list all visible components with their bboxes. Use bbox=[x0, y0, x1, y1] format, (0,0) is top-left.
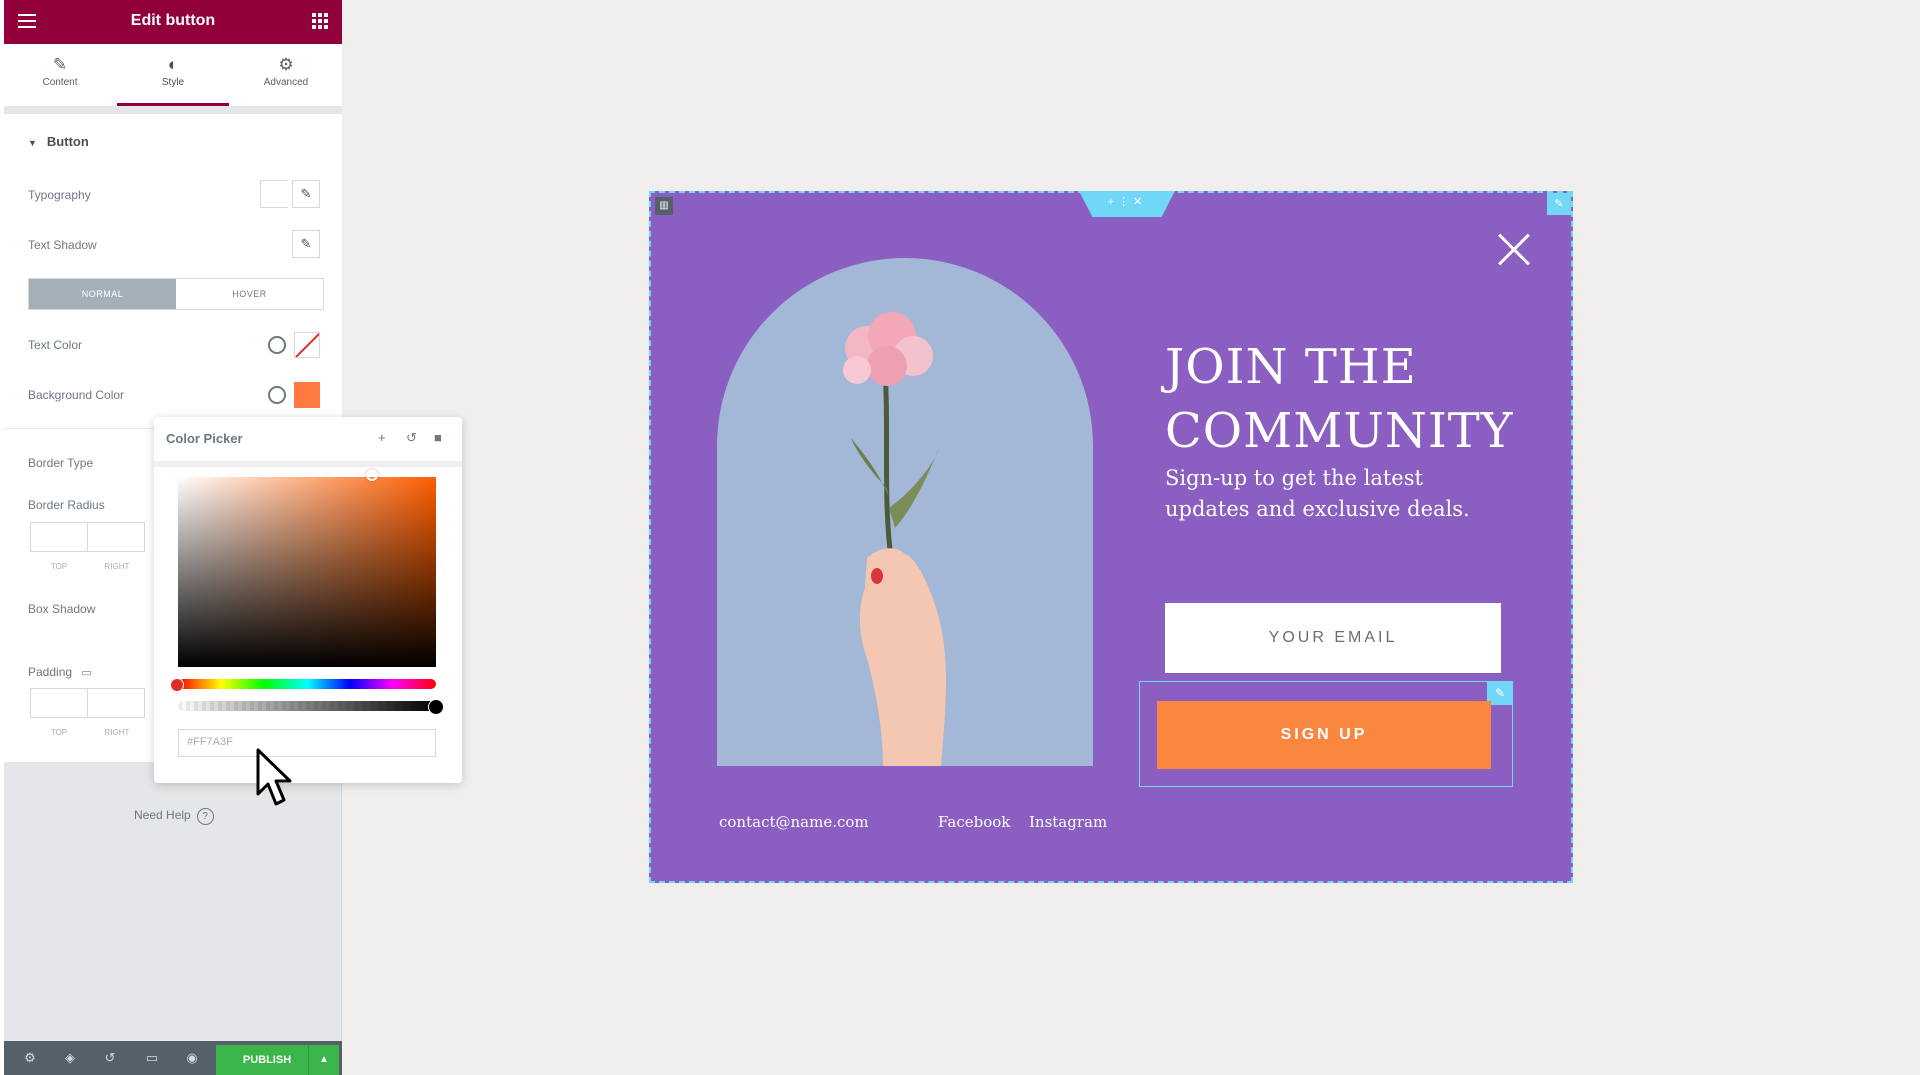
pencil-icon: ✎ bbox=[300, 186, 312, 201]
typography-label: Typography bbox=[28, 188, 91, 202]
dim-label-top: TOP bbox=[50, 728, 68, 737]
padding-dim-labels: TOP RIGHT bbox=[30, 728, 146, 737]
opacity-slider[interactable] bbox=[178, 701, 436, 711]
publish-options-caret-icon[interactable]: ▲ bbox=[308, 1045, 339, 1075]
state-normal-tab[interactable]: NORMAL bbox=[29, 279, 176, 309]
text-shadow-edit-button[interactable]: ✎ bbox=[292, 230, 320, 258]
history-icon[interactable]: ↺ bbox=[102, 1050, 118, 1066]
padding-label: Padding ▭ bbox=[28, 665, 92, 679]
saturation-area[interactable] bbox=[178, 477, 436, 667]
border-radius-top-input[interactable] bbox=[30, 522, 88, 552]
caret-down-icon: ▼ bbox=[28, 138, 37, 148]
tab-advanced-label: Advanced bbox=[263, 77, 309, 88]
state-toggle: NORMAL HOVER bbox=[28, 278, 324, 310]
section-handle-toolbar[interactable]: +⋮✕ bbox=[1079, 191, 1175, 217]
help-circle-icon: ? bbox=[196, 808, 214, 825]
instagram-link[interactable]: Instagram bbox=[1029, 813, 1107, 831]
headline-line-2: COMMUNITY bbox=[1165, 403, 1514, 459]
picker-divider bbox=[154, 461, 462, 467]
dim-label-right: RIGHT bbox=[104, 562, 130, 571]
publish-button[interactable]: PUBLISH bbox=[216, 1045, 318, 1075]
headline-line-1: JOIN THE bbox=[1165, 339, 1417, 395]
hex-color-input[interactable]: #FF7A3F bbox=[178, 729, 436, 757]
add-color-plus-icon[interactable]: + bbox=[378, 430, 386, 445]
facebook-link[interactable]: Facebook bbox=[938, 813, 1010, 831]
close-icon[interactable] bbox=[1493, 229, 1533, 269]
dim-label-right: RIGHT bbox=[104, 728, 130, 737]
padding-top-input[interactable] bbox=[30, 688, 88, 718]
responsive-mode-icon[interactable]: ▭ bbox=[144, 1050, 160, 1066]
widgets-grid-icon[interactable] bbox=[312, 13, 328, 29]
popup-section[interactable]: +⋮✕ ▥ ✎ JOIN THE COMMUNITY Sign-up to ge… bbox=[649, 191, 1573, 883]
email-input[interactable]: YOUR EMAIL bbox=[1165, 603, 1501, 673]
layers-icon[interactable]: ◈ bbox=[62, 1050, 78, 1066]
gear-icon: ⚙ bbox=[278, 55, 294, 74]
border-radius-dim-labels: TOP RIGHT bbox=[30, 562, 146, 571]
padding-right-input[interactable] bbox=[87, 688, 145, 718]
border-radius-inputs bbox=[30, 522, 145, 552]
sign-up-button[interactable]: SIGN UP bbox=[1157, 701, 1491, 769]
popup-headline: JOIN THE COMMUNITY bbox=[1165, 335, 1535, 463]
flower-hand-illustration bbox=[843, 312, 946, 766]
text-color-label: Text Color bbox=[28, 338, 83, 352]
color-picker-popover: Color Picker + ↺ ■ #FF7A3F bbox=[154, 417, 462, 783]
panel-header: Edit button bbox=[4, 0, 342, 44]
tab-divider bbox=[4, 106, 342, 114]
typography-globe-button[interactable] bbox=[260, 180, 288, 208]
padding-inputs bbox=[30, 688, 145, 718]
opacity-slider-handle[interactable] bbox=[428, 699, 444, 715]
text-color-swatch[interactable] bbox=[294, 332, 320, 358]
popup-subtext: Sign-up to get the latest updates and ex… bbox=[1165, 466, 1470, 521]
contrast-icon: ◐ bbox=[167, 55, 179, 74]
contact-email-link[interactable]: contact@name.com bbox=[719, 813, 869, 831]
text-shadow-label: Text Shadow bbox=[28, 238, 97, 252]
border-radius-label: Border Radius bbox=[28, 498, 105, 512]
preview-eye-icon[interactable]: ◉ bbox=[184, 1050, 200, 1066]
column-handle-icon[interactable]: ▥ bbox=[655, 197, 673, 215]
panel-footer: ⚙ ◈ ↺ ▭ ◉ PUBLISH ▲ bbox=[4, 1041, 342, 1075]
pencil-icon: ✎ bbox=[52, 55, 68, 74]
dim-label-top: TOP bbox=[50, 562, 68, 571]
need-help-link[interactable]: Need Help? bbox=[134, 808, 214, 825]
mouse-pointer-icon bbox=[256, 748, 292, 806]
edit-pencil-icon[interactable]: ✎ bbox=[1547, 193, 1571, 215]
tab-style-label: Style bbox=[161, 77, 185, 88]
border-type-label: Border Type bbox=[28, 456, 94, 470]
trash-icon[interactable]: ■ bbox=[434, 430, 442, 445]
tab-style[interactable]: ◐ Style bbox=[117, 44, 229, 106]
padding-label-text: Padding bbox=[28, 665, 73, 679]
box-shadow-label: Box Shadow bbox=[28, 602, 96, 616]
desktop-icon[interactable]: ▭ bbox=[81, 667, 91, 679]
saturation-handle[interactable] bbox=[366, 469, 378, 481]
tab-advanced[interactable]: ⚙ Advanced bbox=[230, 44, 342, 106]
globe-icon[interactable] bbox=[268, 336, 286, 354]
tab-content-label: Content bbox=[42, 77, 78, 88]
flower-image bbox=[717, 258, 1093, 766]
panel-title: Edit button bbox=[130, 12, 216, 29]
hue-slider-handle[interactable] bbox=[170, 678, 184, 692]
reset-icon[interactable]: ↺ bbox=[406, 430, 417, 446]
section-header-button[interactable]: ▼ Button bbox=[28, 134, 89, 149]
state-hover-tab[interactable]: HOVER bbox=[176, 279, 323, 309]
section-title: Button bbox=[46, 134, 89, 149]
need-help-text: Need Help bbox=[134, 808, 191, 822]
panel-tabs: ✎ Content ◐ Style ⚙ Advanced bbox=[4, 44, 342, 106]
settings-icon[interactable]: ⚙ bbox=[22, 1050, 38, 1066]
typography-edit-button[interactable]: ✎ bbox=[292, 180, 320, 208]
background-color-label: Background Color bbox=[28, 388, 125, 402]
border-radius-right-input[interactable] bbox=[87, 522, 145, 552]
hue-slider[interactable] bbox=[178, 679, 436, 689]
pencil-icon: ✎ bbox=[300, 236, 312, 251]
globe-icon[interactable] bbox=[268, 386, 286, 404]
background-color-swatch[interactable] bbox=[294, 382, 320, 408]
tab-content[interactable]: ✎ Content bbox=[4, 44, 116, 106]
color-picker-title: Color Picker bbox=[166, 431, 243, 446]
